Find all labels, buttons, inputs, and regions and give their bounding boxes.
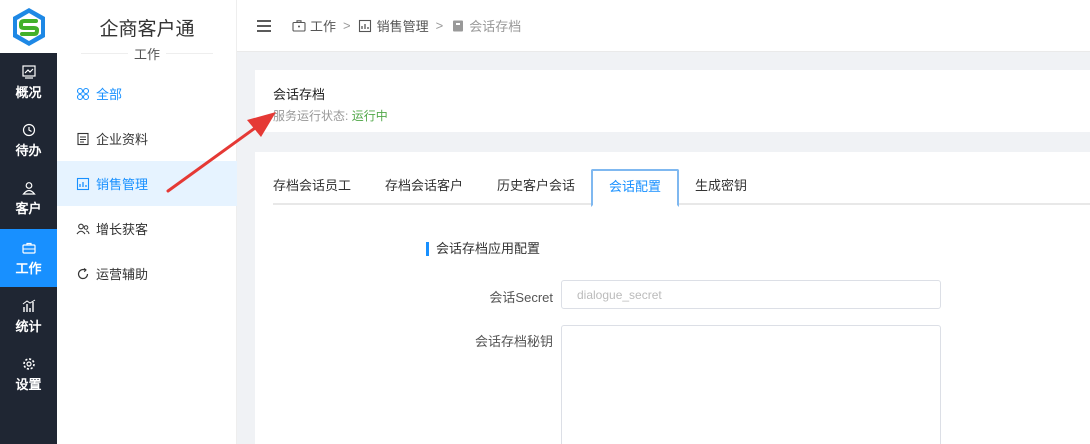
submenu-item-label: 全部 [96,87,123,102]
gear-icon [21,356,37,372]
breadcrumb-separator: > [343,18,351,33]
key-label: 会话存档秘钥 [474,334,553,349]
rail-item-label: 工作 [15,260,42,276]
bar-chart-icon [21,298,37,314]
rail-item-label: 设置 [15,376,42,392]
breadcrumb-current: 会话存档 [469,19,522,34]
submenu-item-label: 企业资料 [96,132,149,147]
rail-item-customers[interactable]: 客户 [0,169,57,227]
briefcase-icon [21,240,37,256]
submenu-item-operations[interactable]: 运营辅助 [57,251,237,296]
app-title: 企商客户通 [99,19,195,40]
breadcrumb-item[interactable]: 销售管理 [377,16,429,35]
rail-item-todo[interactable]: 待办 [0,111,57,169]
sales-chart-icon [358,18,373,33]
overview-chart-icon [21,64,37,80]
breadcrumb-item[interactable]: 工作 [310,16,336,35]
tab-archived-employees[interactable]: 存档会话员工 [273,169,351,205]
submenu-item-label: 运营辅助 [96,267,149,282]
tab-history-sessions[interactable]: 历史客户会话 [497,169,575,205]
status-badge: 运行中 [351,109,388,123]
document-icon [75,131,90,146]
main-nav-rail: 概况 待办 客户 工作 统计 设置 [0,0,57,444]
breadcrumb: 工作 > 销售管理 > 会话存档 [291,16,521,35]
submenu-item-label: 销售管理 [96,177,149,192]
main-card: 存档会话员工 存档会话客户 历史客户会话 会话配置 生成密钥 会话存档应用配置 … [255,152,1090,444]
app-subtitle: 工作 [57,44,237,63]
tab-bar: 存档会话员工 存档会话客户 历史客户会话 会话配置 生成密钥 [273,169,1090,207]
page-title: 会话存档 [273,87,326,102]
secret-label: 会话Secret [489,290,553,305]
tab-session-config[interactable]: 会话配置 [591,169,680,207]
rail-item-settings[interactable]: 设置 [0,345,57,403]
rail-item-work[interactable]: 工作 [0,229,57,287]
rail-item-overview[interactable]: 概况 [0,53,57,111]
sales-chart-icon [75,176,90,191]
breadcrumb-separator: > [435,18,444,33]
sub-menu: 企商客户通 工作 全部 企业资料 销售管理 增长获客 运营辅助 [57,0,237,444]
rail-item-label: 客户 [15,200,42,216]
tab-archived-customers[interactable]: 存档会话客户 [385,169,463,205]
secret-input[interactable] [561,280,941,309]
tab-generate-key[interactable]: 生成密钥 [695,169,747,205]
menu-toggle-icon[interactable] [257,18,273,34]
rail-item-label: 统计 [15,318,42,334]
users-icon [75,221,90,236]
grid-icon [75,86,90,101]
archive-icon [450,18,465,33]
top-bar: 工作 > 销售管理 > 会话存档 [237,0,1090,52]
service-status: 服务运行状态: 运行中 [273,107,388,124]
submenu-item-sales[interactable]: 销售管理 [57,161,237,206]
key-textarea[interactable] [561,325,941,444]
rail-item-stats[interactable]: 统计 [0,287,57,345]
submenu-item-all[interactable]: 全部 [57,71,237,116]
s-logo-icon[interactable] [0,0,57,53]
submenu-item-label: 增长获客 [96,222,149,237]
clock-icon [21,122,37,138]
refresh-icon [75,266,90,281]
section-title: 会话存档应用配置 [426,242,540,256]
status-label: 服务运行状态: [273,109,349,123]
rail-item-label: 待办 [15,142,42,158]
user-icon [21,180,37,196]
submenu-item-growth[interactable]: 增长获客 [57,206,237,251]
submenu-item-company-info[interactable]: 企业资料 [57,116,237,161]
briefcase-icon [291,18,306,33]
page-header-card: 会话存档 服务运行状态: 运行中 [255,70,1090,132]
app-subtitle-text: 工作 [127,47,166,62]
rail-item-label: 概况 [15,84,42,100]
